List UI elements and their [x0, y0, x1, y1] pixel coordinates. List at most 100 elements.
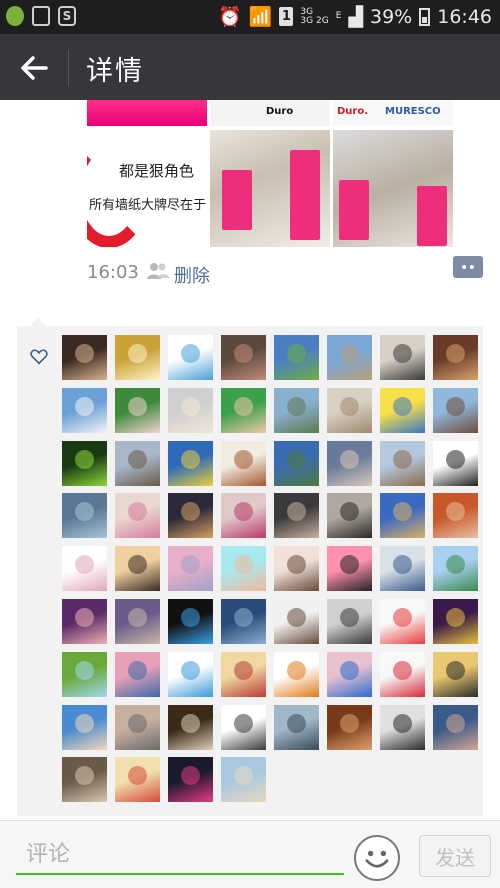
send-button[interactable]: 发送 — [419, 835, 491, 877]
liker-avatar[interactable] — [274, 335, 319, 380]
liker-avatar[interactable] — [62, 599, 107, 644]
avatar-figure — [287, 397, 306, 416]
avatar-figure — [181, 661, 200, 680]
liker-avatar[interactable] — [168, 441, 213, 486]
liker-avatar[interactable] — [327, 335, 372, 380]
liker-avatar[interactable] — [380, 652, 425, 697]
display-booth — [290, 150, 320, 240]
likes-panel-pointer — [30, 318, 46, 326]
liker-avatar[interactable] — [380, 335, 425, 380]
avatar-figure — [181, 450, 200, 469]
liker-avatar[interactable] — [168, 652, 213, 697]
liker-avatar[interactable] — [221, 757, 266, 802]
liker-avatar[interactable] — [168, 388, 213, 433]
liker-avatar[interactable] — [221, 705, 266, 750]
liker-avatar[interactable] — [327, 705, 372, 750]
liker-avatar[interactable] — [62, 388, 107, 433]
post-image-2[interactable] — [210, 130, 330, 247]
liker-avatar[interactable] — [115, 493, 160, 538]
liker-avatar[interactable] — [62, 652, 107, 697]
title-divider — [68, 50, 69, 86]
comment-input[interactable] — [16, 835, 344, 875]
liker-avatar[interactable] — [380, 546, 425, 591]
liker-avatar[interactable] — [62, 757, 107, 802]
liker-avatar[interactable] — [274, 652, 319, 697]
liker-avatar[interactable] — [115, 335, 160, 380]
liker-avatar[interactable] — [115, 652, 160, 697]
comment-menu-button[interactable] — [453, 256, 483, 278]
liker-avatar[interactable] — [221, 546, 266, 591]
liker-avatar[interactable] — [62, 546, 107, 591]
liker-avatar[interactable] — [380, 705, 425, 750]
liker-avatar[interactable] — [433, 388, 478, 433]
liker-avatar[interactable] — [327, 652, 372, 697]
avatar-figure — [340, 397, 359, 416]
liker-avatar[interactable] — [221, 493, 266, 538]
liker-avatar[interactable] — [168, 493, 213, 538]
liker-avatar[interactable] — [327, 441, 372, 486]
back-arrow-icon[interactable] — [16, 50, 52, 86]
liker-avatar[interactable] — [433, 335, 478, 380]
liker-avatar[interactable] — [168, 757, 213, 802]
liker-avatar[interactable] — [115, 705, 160, 750]
gallery-notification-icon — [32, 6, 50, 26]
liker-avatar[interactable] — [168, 335, 213, 380]
liker-avatar[interactable] — [115, 388, 160, 433]
avatar-figure — [181, 555, 200, 574]
post-image-top-1[interactable] — [87, 100, 207, 126]
liker-avatar[interactable] — [433, 493, 478, 538]
liker-avatar[interactable] — [433, 599, 478, 644]
liker-avatar[interactable] — [327, 493, 372, 538]
avatar-figure — [446, 450, 465, 469]
liker-avatar[interactable] — [62, 441, 107, 486]
liker-avatar[interactable] — [433, 546, 478, 591]
liker-avatar[interactable] — [274, 441, 319, 486]
avatar-figure — [234, 397, 253, 416]
liker-avatar[interactable] — [274, 705, 319, 750]
liker-avatar[interactable] — [327, 599, 372, 644]
liker-avatar[interactable] — [221, 335, 266, 380]
liker-avatar[interactable] — [274, 599, 319, 644]
avatar-figure — [446, 661, 465, 680]
post-image-top-2[interactable]: Duro — [210, 100, 330, 126]
liker-avatar[interactable] — [62, 335, 107, 380]
avatar-figure — [234, 450, 253, 469]
liker-avatar[interactable] — [62, 493, 107, 538]
avatar-figure — [128, 344, 147, 363]
avatar-figure — [340, 450, 359, 469]
liker-avatar[interactable] — [115, 757, 160, 802]
avatar-figure — [75, 397, 94, 416]
liker-avatar[interactable] — [221, 441, 266, 486]
liker-avatar[interactable] — [115, 546, 160, 591]
liker-avatar[interactable] — [274, 546, 319, 591]
liker-avatar[interactable] — [327, 546, 372, 591]
liker-avatar[interactable] — [433, 652, 478, 697]
liker-avatar[interactable] — [327, 388, 372, 433]
smiley-icon[interactable] — [354, 835, 400, 881]
avatar-figure — [340, 661, 359, 680]
liker-avatar[interactable] — [433, 705, 478, 750]
liker-avatar[interactable] — [168, 705, 213, 750]
avatar-figure — [287, 502, 306, 521]
liker-avatar[interactable] — [115, 599, 160, 644]
liker-avatar[interactable] — [221, 388, 266, 433]
liker-avatar[interactable] — [168, 599, 213, 644]
liker-avatar[interactable] — [380, 599, 425, 644]
post-image-top-3[interactable]: Duro. MURESCO — [333, 100, 453, 126]
post-image-1[interactable]: 都是狠角色 所有墙纸大牌尽在于 — [87, 130, 207, 247]
liker-avatar[interactable] — [221, 599, 266, 644]
liker-avatar[interactable] — [433, 441, 478, 486]
liker-avatar[interactable] — [115, 441, 160, 486]
liker-avatar[interactable] — [380, 388, 425, 433]
post-image-3[interactable] — [333, 130, 453, 247]
avatar-figure — [234, 766, 253, 785]
liker-avatar[interactable] — [62, 705, 107, 750]
liker-avatar[interactable] — [274, 388, 319, 433]
liker-avatar[interactable] — [274, 493, 319, 538]
delete-link[interactable]: 删除 — [174, 262, 210, 288]
avatar-figure — [446, 502, 465, 521]
liker-avatar[interactable] — [380, 441, 425, 486]
liker-avatar[interactable] — [221, 652, 266, 697]
liker-avatar[interactable] — [380, 493, 425, 538]
liker-avatar[interactable] — [168, 546, 213, 591]
